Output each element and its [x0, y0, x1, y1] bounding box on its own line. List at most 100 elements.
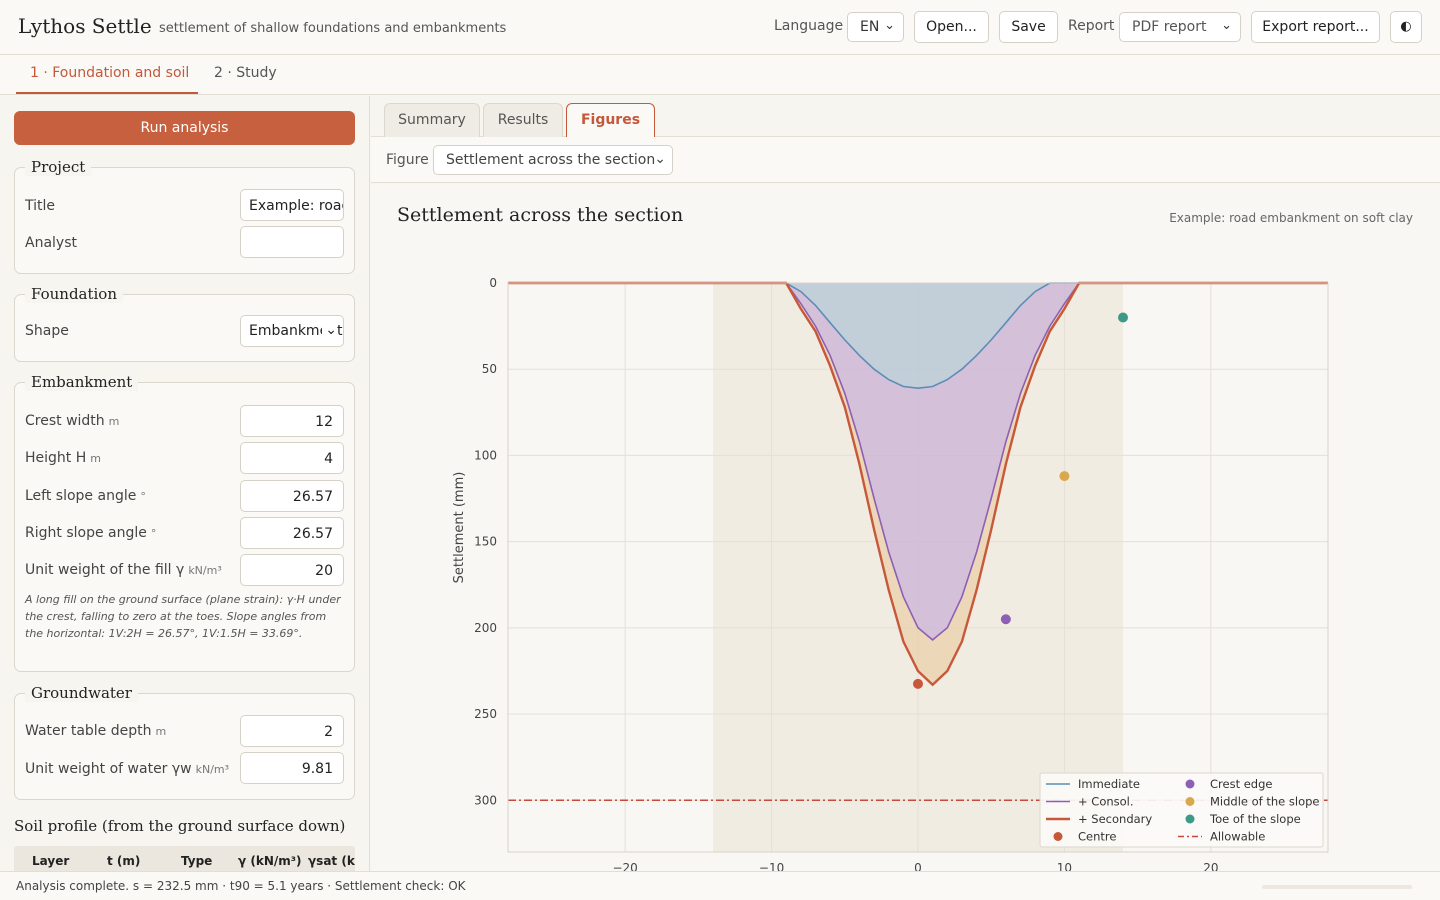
height-label: Height Hm: [25, 450, 101, 466]
water-unit-weight-label: Unit weight of water γw kN/m³: [25, 761, 230, 777]
chevron-down-icon: ⌄: [654, 151, 666, 167]
settlement-chart: 0 50 100 150 200 250 300 −20 −10 0 10 20 Settlement …: [452, 276, 1329, 871]
tab-foundation-and-soil[interactable]: 1 · Foundation and soil: [30, 65, 189, 81]
left-slope-angle-input[interactable]: 26.57: [240, 480, 344, 512]
x-tick-label: 10: [1057, 861, 1072, 871]
language-select[interactable]: EN ⌄: [847, 12, 904, 42]
groundwater-fieldset: Groundwater Water table depth m 2 Unit we…: [14, 684, 355, 800]
column-header[interactable]: t (m): [107, 854, 140, 868]
tab-figures[interactable]: Figures: [566, 103, 655, 137]
water-table-depth-label: Water table depth m: [25, 723, 167, 739]
point-marker-2: [1000, 614, 1011, 625]
chart-subtitle: Example: road embankment on soft clay: [1169, 211, 1413, 225]
legend-label: Crest edge: [1210, 777, 1273, 791]
left-slope-angle-label: Left slope angle °: [25, 488, 146, 504]
tab-study[interactable]: 2 · Study: [214, 65, 277, 81]
project-legend: Project: [25, 158, 92, 176]
y-tick-label: 50: [482, 362, 497, 376]
column-header[interactable]: Type: [181, 854, 212, 868]
chart-title: Settlement across the section: [397, 204, 684, 226]
groundwater-legend: Groundwater: [25, 684, 138, 702]
column-header[interactable]: γ (kN/m³): [238, 854, 302, 868]
analyst-label: Analyst: [25, 235, 77, 251]
y-tick-label: 0: [489, 276, 497, 290]
embankment-legend: Embankment: [25, 373, 139, 391]
water-unit-weight-input[interactable]: 9.81: [240, 752, 344, 784]
app-title: Lythos Settle: [18, 14, 152, 38]
chevron-down-icon: ⌄: [1221, 18, 1232, 33]
x-tick-label: −20: [612, 861, 637, 871]
tab-summary[interactable]: Summary: [384, 103, 480, 137]
chevron-down-icon: ⌄: [322, 322, 337, 338]
column-header[interactable]: Layer: [32, 854, 69, 868]
x-tick-label: 0: [914, 861, 922, 871]
legend-label: Centre: [1078, 830, 1116, 844]
language-label: Language: [774, 18, 844, 34]
legend-label: Toe of the slope: [1209, 812, 1301, 826]
figure-selector-row: Figure Settlement across the section ⌄: [371, 137, 1440, 183]
figure-select[interactable]: Settlement across the section ⌄: [433, 145, 673, 175]
progress-bar: [1262, 885, 1412, 889]
legend-label: + Secondary: [1078, 812, 1152, 826]
results-tabs: Summary Results Figures: [371, 96, 1440, 137]
legend-label: + Consol.: [1078, 795, 1134, 809]
export-report-button[interactable]: Export report...: [1251, 11, 1380, 43]
language-value: EN: [860, 19, 880, 35]
project-fieldset: Project Title Example: road embankment o…: [14, 158, 355, 274]
crest-width-label: Crest width m: [25, 413, 120, 429]
x-tick-label: −10: [759, 861, 784, 871]
run-analysis-button[interactable]: Run analysis: [14, 111, 355, 145]
theme-toggle-icon[interactable]: ◐: [1390, 11, 1422, 43]
embankment-note: A long fill on the ground surface (plane…: [25, 593, 341, 640]
soil-profile-title: Soil profile (from the ground surface do…: [14, 817, 346, 835]
title-input[interactable]: Example: road embankment on soft clay: [240, 189, 344, 221]
figure-label: Figure: [386, 152, 429, 168]
point-marker-4: [1118, 312, 1128, 323]
y-axis-label: Settlement (mm): [452, 472, 467, 584]
water-table-depth-input[interactable]: 2: [240, 715, 344, 747]
foundation-fieldset: Foundation Shape Embankment ⌄: [14, 285, 355, 362]
legend-label: Middle of the slope: [1210, 795, 1320, 809]
app-header: Lythos Settle settlement of shallow foun…: [0, 0, 1440, 55]
active-tab-indicator: [16, 92, 198, 94]
fill-unit-weight-input[interactable]: 20: [240, 554, 344, 586]
shape-select[interactable]: Embankment ⌄: [240, 315, 344, 347]
legend-label: Allowable: [1210, 830, 1265, 844]
input-sidebar: Run analysis Project Title Example: road…: [0, 96, 370, 871]
legend-marker: [1185, 797, 1195, 806]
save-button[interactable]: Save: [999, 11, 1058, 43]
x-tick-label: 20: [1203, 861, 1218, 871]
y-tick-label: 150: [474, 535, 497, 549]
soil-table-header: Layer t (m) Type γ (kN/m³) γsat (k: [14, 846, 355, 871]
report-label: Report: [1068, 18, 1115, 34]
y-tick-label: 250: [474, 707, 497, 721]
legend-marker: [1185, 779, 1195, 789]
legend-label: Immediate: [1078, 777, 1140, 791]
analyst-input[interactable]: [240, 226, 344, 258]
point-marker-3: [1059, 471, 1070, 482]
app-subtitle: settlement of shallow foundations and em…: [159, 21, 507, 36]
point-marker-1: [913, 678, 923, 689]
fill-unit-weight-label: Unit weight of the fill γ kN/m³: [25, 562, 222, 578]
status-text: Analysis complete. s = 232.5 mm · t90 = …: [16, 879, 466, 893]
y-tick-label: 300: [474, 793, 497, 807]
right-slope-angle-label: Right slope angle °: [25, 525, 157, 541]
open-button[interactable]: Open...: [914, 11, 989, 43]
crest-width-input[interactable]: 12: [240, 405, 344, 437]
foundation-legend: Foundation: [25, 285, 124, 303]
title-label: Title: [25, 198, 56, 214]
figure-value: Settlement across the section: [446, 152, 656, 168]
report-select[interactable]: PDF report ⌄: [1119, 12, 1241, 42]
y-tick-label: 200: [474, 621, 497, 635]
height-input[interactable]: 4: [240, 442, 344, 474]
legend-marker: [1185, 814, 1195, 824]
y-tick-label: 100: [474, 448, 497, 462]
shape-label: Shape: [25, 323, 69, 339]
right-slope-angle-input[interactable]: 26.57: [240, 517, 344, 549]
figure-area: 0 50 100 150 200 250 300 −20 −10 0 10 20 Settlement …: [371, 184, 1440, 871]
column-header[interactable]: γsat (k: [308, 854, 355, 868]
tab-results[interactable]: Results: [483, 103, 563, 137]
chevron-down-icon: ⌄: [884, 18, 895, 33]
status-bar: Analysis complete. s = 232.5 mm · t90 = …: [0, 871, 1440, 900]
legend-marker: [1053, 832, 1063, 841]
